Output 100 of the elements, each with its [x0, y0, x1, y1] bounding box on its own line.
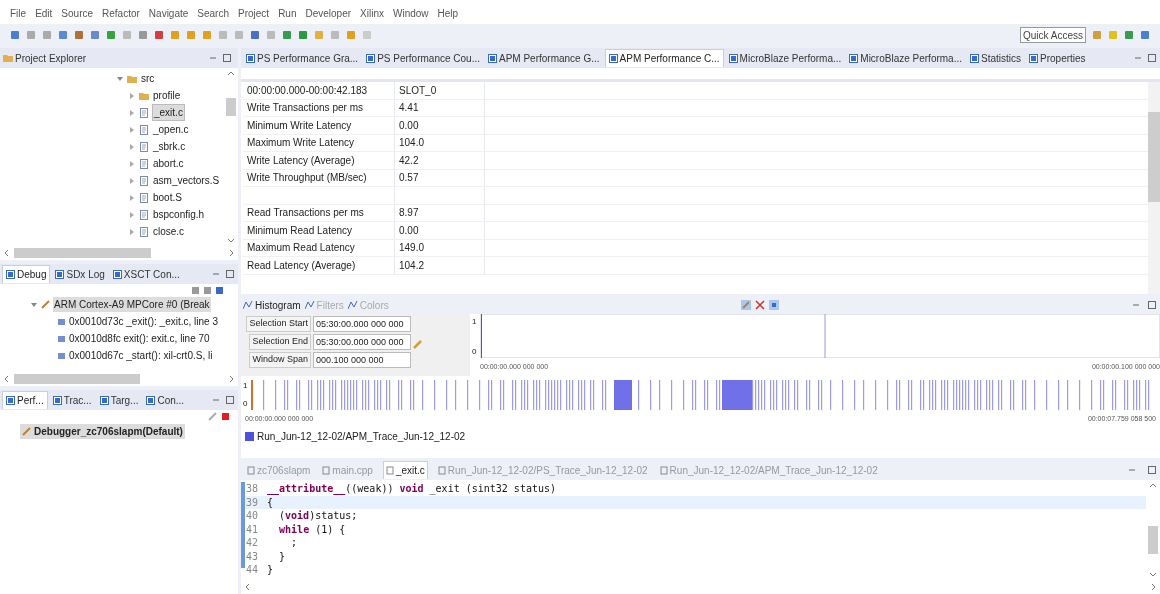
code-line: }: [267, 563, 274, 578]
tree-item[interactable]: close.c: [152, 224, 186, 239]
tree-item[interactable]: abort.c: [152, 156, 185, 171]
maximize-icon: [1148, 466, 1156, 474]
panel-tab[interactable]: Histogram: [243, 297, 301, 313]
panel-tab[interactable]: XSCT Con...: [109, 265, 183, 283]
tree-item[interactable]: boot.S: [152, 190, 183, 205]
scroll-down-icon: [1149, 571, 1157, 578]
scroll-thumb[interactable]: [226, 98, 236, 116]
scroll-thumb[interactable]: [14, 248, 151, 258]
view-icon: [728, 53, 738, 63]
maximize-icon: [223, 54, 231, 62]
code-line: }: [278, 549, 286, 564]
menu-item[interactable]: Navigate: [148, 6, 189, 21]
view-icon: [849, 53, 859, 63]
field-label: Selection End: [249, 334, 311, 350]
menu-item[interactable]: Run: [278, 6, 297, 21]
menu-item[interactable]: Developer: [305, 6, 352, 21]
menu-item[interactable]: File: [10, 6, 27, 21]
tree-item[interactable]: _open.c: [152, 122, 190, 137]
file-icon: [139, 124, 149, 135]
panel-tab[interactable]: SDx Log: [52, 265, 108, 283]
view-icon: [99, 395, 109, 405]
panel-tab[interactable]: Trac...: [49, 391, 95, 409]
maximize-icon: [226, 396, 234, 404]
table-cell-text: Write Latency (Average): [247, 153, 355, 168]
panel-tab[interactable]: Properties: [1026, 49, 1089, 67]
time-field[interactable]: 05:30:00.000 000 000: [313, 334, 411, 350]
table-cell-text: 00:00:00.000-00:00:42.183: [247, 83, 368, 98]
view-icon: [970, 53, 979, 63]
line-number: 41: [245, 522, 260, 537]
view-icon: [55, 269, 65, 279]
stack-frame[interactable]: 0x0010d8fc exit(): exit.c, line 70: [69, 331, 210, 346]
stack-frame[interactable]: 0x0010d67c _start(): xil-crt0.S, li: [69, 348, 213, 363]
table-cell-text: Read Latency (Average): [247, 258, 356, 273]
maximize-icon: [226, 270, 234, 278]
file-icon: [139, 192, 149, 203]
legend-label: Run_Jun-12_12-02/APM_Trace_Jun-12_12-02: [257, 429, 466, 444]
chart-icon: [347, 300, 358, 310]
panel-tab[interactable]: Con...: [143, 391, 188, 409]
scroll-thumb[interactable]: [1148, 112, 1160, 202]
minimize-icon: [1134, 55, 1142, 61]
menu-item[interactable]: Help: [437, 6, 459, 21]
menu-item[interactable]: Search: [197, 6, 229, 21]
code-line: __attribute__((weak)) void _exit (sint32 status): [267, 482, 556, 497]
file-icon: [659, 465, 668, 475]
line-number: 39: [245, 495, 260, 510]
panel-tab[interactable]: PS Performance Cou...: [363, 49, 483, 67]
quick-access-field[interactable]: Quick Access: [1020, 27, 1086, 43]
session-item[interactable]: Debugger_zc706slapm(Default): [20, 423, 185, 439]
stack-frame[interactable]: 0x0010d73c _exit(): _exit.c, line 3: [69, 314, 218, 329]
minimize-icon: [1132, 302, 1140, 308]
time-field[interactable]: 05:30:00.000 000 000: [313, 316, 411, 332]
folder-icon: [139, 90, 149, 101]
table-cell-text: 8.97: [399, 206, 419, 221]
debug-tree-item[interactable]: ARM Cortex-A9 MPCore #0 (Break: [53, 297, 211, 312]
scroll-thumb[interactable]: [14, 374, 140, 384]
scroll-right-icon: [228, 375, 235, 383]
tree-item[interactable]: _exit.c: [152, 104, 185, 121]
panel-tab[interactable]: PS Performance Gra...: [243, 49, 362, 67]
scroll-thumb[interactable]: [1148, 526, 1158, 554]
panel-tab[interactable]: MicroBlaze Performa...: [846, 49, 965, 67]
menu-item[interactable]: Refactor: [102, 6, 140, 21]
panel-tab[interactable]: Targ...: [96, 391, 142, 409]
chart-icon: [243, 300, 253, 310]
scroll-down-icon: [227, 237, 235, 244]
scroll-right-icon: [228, 249, 235, 257]
panel-tab[interactable]: Perf...: [2, 391, 48, 409]
panel-tab[interactable]: MicroBlaze Performa...: [725, 49, 845, 67]
file-icon: [139, 158, 149, 169]
tree-item[interactable]: bspconfig.h: [152, 207, 206, 222]
menu-item[interactable]: Window: [393, 6, 429, 21]
tree-item[interactable]: profile: [152, 88, 182, 103]
table-cell-text: 104.2: [399, 258, 425, 273]
tree-item[interactable]: asm_vectors.S: [152, 173, 221, 188]
view-icon: [488, 53, 497, 63]
scroll-up-icon: [1149, 482, 1157, 489]
scroll-right-icon: [1150, 583, 1157, 591]
menu-item[interactable]: Source: [61, 6, 94, 21]
panel-tab[interactable]: Statistics: [967, 49, 1025, 67]
table-cell-text: Read Transactions per ms: [247, 206, 364, 221]
clear-icon: [755, 300, 766, 310]
menu-item[interactable]: Project: [238, 6, 270, 21]
menu-item[interactable]: Xilinx: [360, 6, 384, 21]
file-icon: [322, 465, 331, 475]
editor-tab[interactable]: _exit.c: [382, 461, 428, 479]
table-cell-text: 42.2: [399, 153, 419, 168]
tree-item[interactable]: src: [140, 71, 156, 86]
line-number: 38: [245, 482, 260, 497]
menu-item[interactable]: Edit: [35, 6, 53, 21]
vertical-scrollbar[interactable]: [1148, 82, 1160, 294]
line-number: 40: [245, 509, 260, 524]
chart-icon: [304, 300, 315, 310]
panel-tab[interactable]: APM Performance C...: [604, 49, 724, 67]
minimize-icon: [209, 55, 217, 61]
time-field[interactable]: 000.100 000 000: [313, 352, 411, 368]
folder-icon: [127, 73, 137, 84]
tree-item[interactable]: _sbrk.c: [152, 139, 187, 154]
panel-tab[interactable]: Debug: [2, 265, 51, 283]
panel-tab[interactable]: APM Performance G...: [485, 49, 603, 67]
